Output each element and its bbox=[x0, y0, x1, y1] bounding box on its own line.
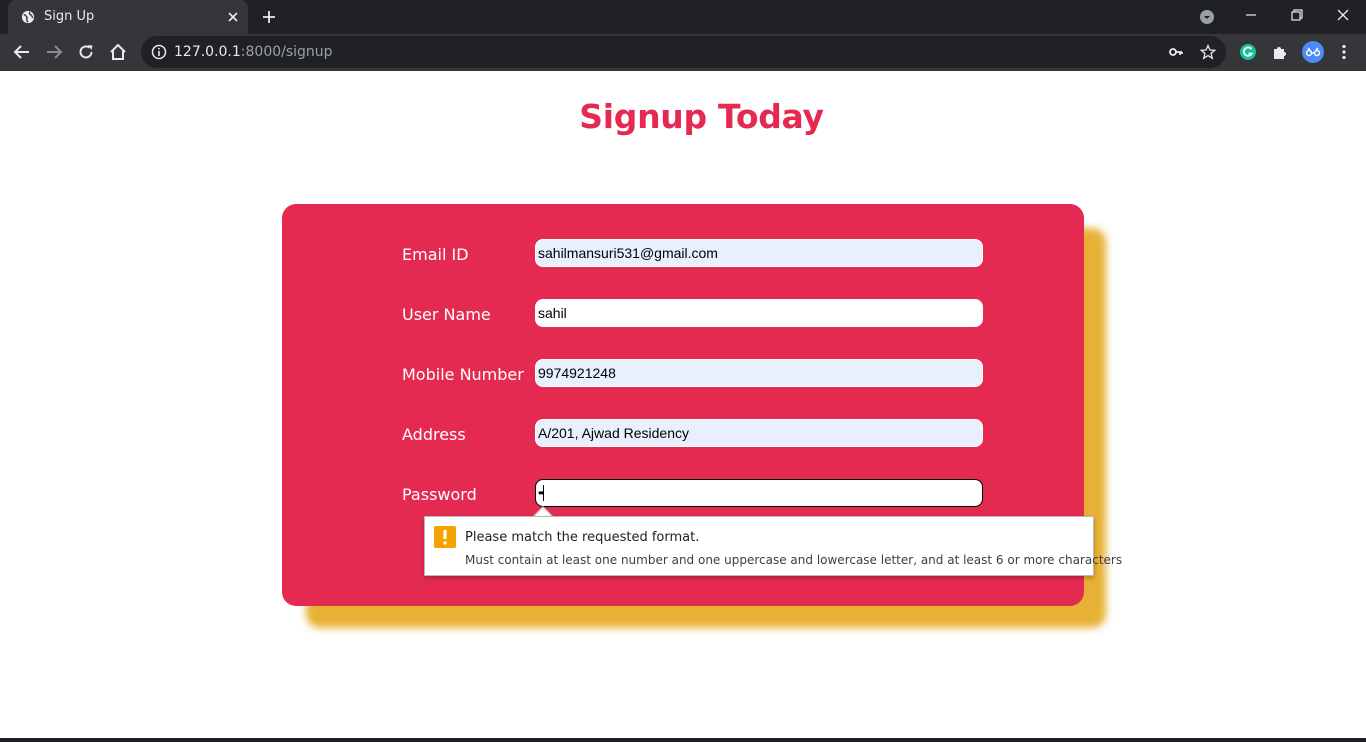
home-icon[interactable] bbox=[109, 43, 127, 61]
password-label: Password bbox=[402, 485, 477, 504]
address-bar[interactable]: 127.0.0.1:8000/signup bbox=[141, 36, 1226, 68]
mobile-label: Mobile Number bbox=[402, 365, 524, 384]
url-host: 127.0.0.1 bbox=[174, 44, 241, 60]
url-text: 127.0.0.1:8000/signup bbox=[174, 44, 333, 60]
username-label: User Name bbox=[402, 305, 491, 324]
globe-icon bbox=[21, 10, 35, 24]
extensions-puzzle-icon[interactable] bbox=[1271, 43, 1289, 61]
menu-kebab-icon[interactable] bbox=[1335, 43, 1353, 61]
restore-icon[interactable] bbox=[1289, 7, 1305, 23]
address-field[interactable]: A/201, Ajwad Residency bbox=[535, 419, 983, 447]
profile-avatar-icon[interactable] bbox=[1302, 41, 1324, 63]
address-label: Address bbox=[402, 425, 466, 444]
text-caret bbox=[543, 485, 545, 501]
address-value: A/201, Ajwad Residency bbox=[538, 425, 689, 441]
page-title: Signup Today bbox=[579, 97, 824, 136]
password-field[interactable]: •• bbox=[535, 479, 983, 507]
new-tab-icon[interactable] bbox=[261, 9, 277, 25]
reload-icon[interactable] bbox=[77, 43, 95, 61]
minimize-icon[interactable] bbox=[1243, 7, 1259, 23]
forward-arrow-icon[interactable] bbox=[45, 43, 63, 61]
email-value: sahilmansuri531@gmail.com bbox=[538, 245, 718, 261]
email-label: Email ID bbox=[402, 245, 469, 264]
tab-title: Sign Up bbox=[44, 9, 95, 24]
email-field[interactable]: sahilmansuri531@gmail.com bbox=[535, 239, 983, 267]
password-value: •• bbox=[538, 486, 545, 500]
mobile-value: 9974921248 bbox=[538, 365, 616, 381]
taskbar-edge bbox=[0, 738, 1366, 742]
browser-toolbar: 127.0.0.1:8000/signup bbox=[0, 34, 1366, 71]
browser-tab[interactable]: Sign Up bbox=[8, 0, 248, 34]
username-field[interactable]: sahil bbox=[535, 299, 983, 327]
page-content: Signup Today Email ID sahilmansuri531@gm… bbox=[0, 71, 1366, 738]
back-arrow-icon[interactable] bbox=[13, 43, 31, 61]
warning-icon bbox=[434, 526, 456, 548]
mobile-field[interactable]: 9974921248 bbox=[535, 359, 983, 387]
validation-message: Please match the requested format. bbox=[465, 530, 700, 545]
key-icon[interactable] bbox=[1168, 44, 1184, 60]
info-icon[interactable] bbox=[151, 44, 167, 60]
close-tab-icon[interactable] bbox=[225, 9, 241, 25]
tab-search-icon[interactable] bbox=[1199, 9, 1215, 25]
close-window-icon[interactable] bbox=[1335, 7, 1351, 23]
username-value: sahil bbox=[538, 305, 567, 321]
url-path: :8000/signup bbox=[240, 44, 333, 60]
validation-tooltip: Please match the requested format. Must … bbox=[424, 516, 1122, 576]
validation-detail: Must contain at least one number and one… bbox=[465, 553, 1123, 567]
grammarly-icon[interactable] bbox=[1239, 43, 1257, 61]
bookmark-star-icon[interactable] bbox=[1200, 44, 1216, 60]
tab-strip: Sign Up bbox=[0, 0, 1366, 34]
